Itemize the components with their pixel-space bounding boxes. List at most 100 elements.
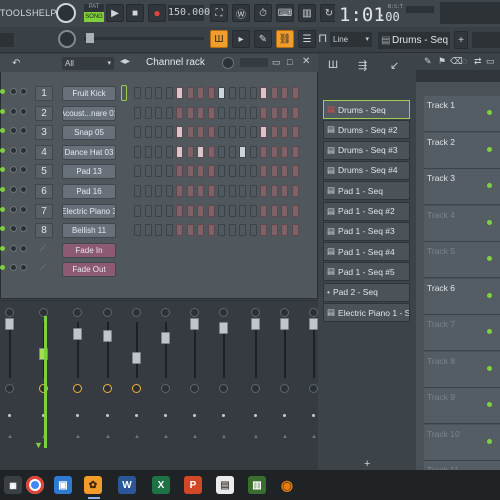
- draw-icon[interactable]: ✎: [424, 56, 432, 67]
- step-button[interactable]: [270, 204, 278, 217]
- step-button[interactable]: [270, 106, 278, 119]
- volume-fader[interactable]: [251, 318, 260, 330]
- mixer-pan-knob[interactable]: [73, 308, 82, 317]
- step-button[interactable]: [155, 145, 162, 158]
- volume-fader[interactable]: [280, 318, 289, 330]
- track-mute-led[interactable]: [487, 438, 492, 444]
- step-button[interactable]: [207, 87, 215, 99]
- mixer-led[interactable]: [135, 414, 138, 417]
- step-button[interactable]: [144, 87, 152, 99]
- track-mute-led[interactable]: [487, 365, 492, 371]
- playlist-track[interactable]: Track 10: [424, 424, 500, 461]
- route-arrow-icon[interactable]: ▲: [253, 434, 259, 440]
- minimize-icon[interactable]: ▭: [272, 57, 281, 68]
- track-mute-led[interactable]: [487, 292, 492, 298]
- blend-notes-icon[interactable]: ▥: [298, 4, 316, 22]
- step-button[interactable]: [281, 126, 288, 139]
- step-button[interactable]: [176, 126, 183, 139]
- playlist-track[interactable]: Track 4: [424, 205, 500, 242]
- step-button[interactable]: [281, 224, 288, 237]
- volume-knob[interactable]: [20, 205, 27, 213]
- magnet-icon[interactable]: ⊓: [318, 31, 330, 47]
- step-button[interactable]: [165, 126, 173, 139]
- playlist-track[interactable]: Track 1: [424, 96, 500, 132]
- playlist-track[interactable]: Track 7: [424, 315, 500, 351]
- metronome-icon[interactable]: ⛶: [210, 4, 228, 22]
- step-button[interactable]: [197, 224, 204, 237]
- mixer-track-number[interactable]: 7: [35, 203, 53, 219]
- mute-icon[interactable]: ◌: [462, 56, 467, 66]
- volume-knob[interactable]: [20, 88, 27, 95]
- step-button[interactable]: [218, 106, 225, 119]
- pan-knob[interactable]: [10, 107, 17, 115]
- pan-knob[interactable]: [10, 146, 17, 154]
- explorer-icon[interactable]: ▤: [216, 476, 234, 494]
- add-track-icon[interactable]: +: [364, 458, 370, 470]
- step-button[interactable]: [260, 126, 267, 139]
- channel-led[interactable]: [0, 128, 5, 134]
- step-button[interactable]: [260, 145, 267, 158]
- excel-icon[interactable]: X: [152, 476, 170, 494]
- step-edit-icon[interactable]: ⌨: [276, 4, 294, 22]
- pattern-item[interactable]: ▤ Pad 1 - Seq #5: [323, 262, 410, 282]
- step-button[interactable]: [144, 145, 152, 158]
- mixer-pan-knob[interactable]: [190, 308, 199, 317]
- step-button[interactable]: [249, 204, 257, 217]
- mixer-send-knob[interactable]: [5, 384, 14, 393]
- step-button[interactable]: [249, 165, 257, 178]
- step-button[interactable]: [207, 185, 215, 197]
- step-button[interactable]: [218, 185, 225, 197]
- channel-name-button[interactable]: Bellish 11: [62, 223, 116, 239]
- mixer-pan-knob[interactable]: [161, 308, 170, 317]
- channel-led[interactable]: [0, 167, 5, 173]
- volume-knob[interactable]: [20, 166, 27, 174]
- step-button[interactable]: [239, 106, 246, 119]
- menu-help[interactable]: HELP: [32, 8, 57, 18]
- volume-knob[interactable]: [20, 127, 27, 135]
- route-arrow-icon[interactable]: ▲: [311, 434, 317, 440]
- volume-knob[interactable]: [20, 244, 27, 252]
- step-button[interactable]: [260, 224, 267, 237]
- volume-fader[interactable]: [73, 328, 82, 340]
- step-button[interactable]: [155, 204, 162, 217]
- step-button[interactable]: [249, 145, 257, 158]
- pattern-item[interactable]: ▤ Drums - Seq: [323, 100, 410, 119]
- pan-knob[interactable]: [10, 166, 17, 174]
- track-mute-led[interactable]: [487, 146, 492, 152]
- browser-icon[interactable]: ☰: [298, 30, 316, 48]
- powerpoint-icon[interactable]: P: [184, 476, 202, 494]
- step-button[interactable]: [228, 87, 236, 99]
- route-arrow-icon[interactable]: ▲: [7, 434, 13, 440]
- step-button[interactable]: [155, 165, 162, 178]
- step-button[interactable]: [197, 106, 204, 119]
- channel-name-button[interactable]: Fade Out: [62, 262, 116, 278]
- step-button[interactable]: [155, 126, 162, 139]
- playlist-track[interactable]: Track 5: [424, 242, 500, 278]
- step-button[interactable]: [218, 87, 225, 99]
- step-button[interactable]: [239, 126, 246, 139]
- mixer-track-number[interactable]: 4: [35, 144, 53, 160]
- step-button[interactable]: [228, 106, 236, 119]
- step-button[interactable]: [144, 185, 152, 197]
- mixer-led[interactable]: [164, 414, 167, 417]
- step-button[interactable]: [207, 204, 215, 217]
- pattern-item[interactable]: ▤ Pad 1 - Seq #3: [323, 221, 410, 241]
- mixer-pan-knob[interactable]: [103, 308, 112, 317]
- pencil-icon[interactable]: ✎: [254, 30, 272, 48]
- step-button[interactable]: [228, 185, 236, 197]
- step-button[interactable]: [249, 106, 257, 119]
- step-button[interactable]: [270, 87, 278, 99]
- playlist-track[interactable]: Track 8: [424, 351, 500, 388]
- step-button[interactable]: [207, 145, 215, 158]
- step-button[interactable]: [228, 204, 236, 217]
- step-button[interactable]: [165, 204, 173, 217]
- step-button[interactable]: [218, 145, 225, 158]
- channel-led[interactable]: [0, 89, 5, 94]
- volume-fader[interactable]: [190, 318, 199, 330]
- volume-fader[interactable]: [219, 322, 228, 334]
- pan-knob[interactable]: [10, 264, 17, 272]
- play-button[interactable]: ▶: [106, 4, 124, 22]
- step-button[interactable]: [186, 165, 194, 178]
- mixer-track-number[interactable]: 6: [35, 184, 53, 199]
- wait-icon[interactable]: Ⓦ: [232, 4, 250, 22]
